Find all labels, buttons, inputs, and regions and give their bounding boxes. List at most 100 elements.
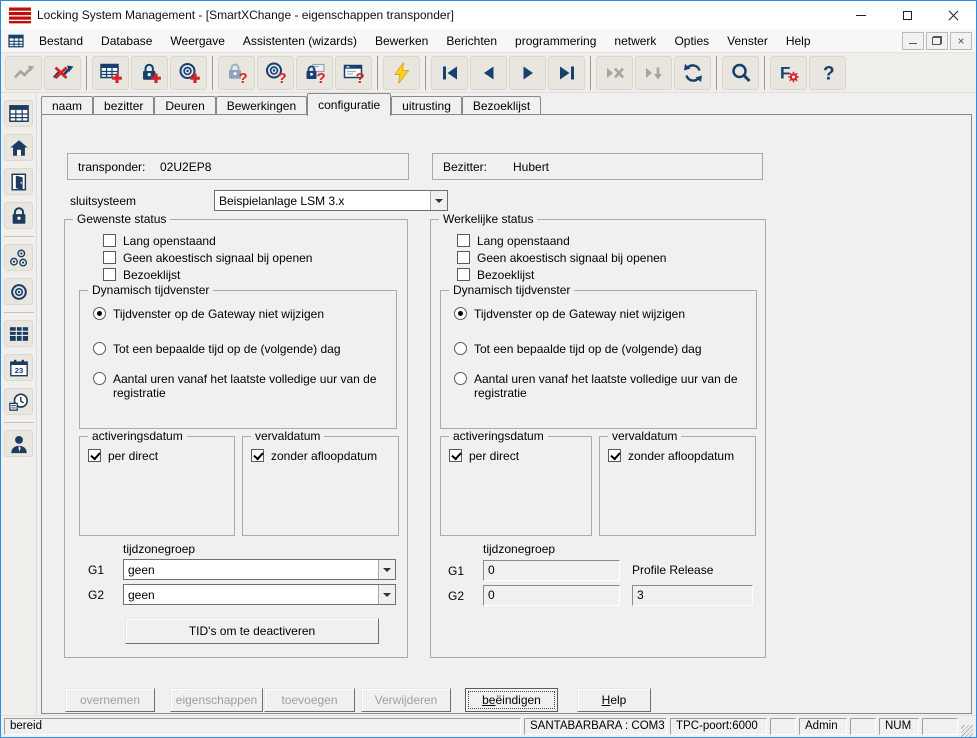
new-transponder-button[interactable] bbox=[170, 56, 207, 90]
menu-bestand[interactable]: Bestand bbox=[30, 31, 92, 51]
sidebar-door-button[interactable] bbox=[4, 168, 33, 195]
menu-netwerk[interactable]: netwerk bbox=[605, 31, 665, 51]
tab-bezoeklijst[interactable]: Bezoeklijst bbox=[462, 96, 541, 115]
next-record-button[interactable] bbox=[509, 56, 546, 90]
maximize-button[interactable] bbox=[884, 1, 930, 29]
sidebar-matrix-button[interactable] bbox=[4, 100, 33, 127]
radio-row[interactable]: Tot een bepaalde tijd op de (volgende) d… bbox=[93, 342, 341, 356]
sidebar-transponder-button[interactable] bbox=[4, 278, 33, 305]
tab-uitrusting[interactable]: uitrusting bbox=[391, 96, 462, 115]
verwijderen-button[interactable]: Verwijderen bbox=[361, 688, 451, 712]
geen-signaal-checkbox[interactable] bbox=[103, 251, 116, 264]
first-record-button[interactable] bbox=[431, 56, 468, 90]
menu-help[interactable]: Help bbox=[777, 31, 820, 51]
sidebar-transponder-group-button[interactable] bbox=[4, 244, 33, 271]
close-button[interactable] bbox=[930, 1, 976, 29]
g2-combo[interactable]: geen bbox=[123, 584, 396, 605]
minimize-button[interactable] bbox=[838, 1, 884, 29]
read-transponder-button[interactable]: ? bbox=[257, 56, 294, 90]
help-button[interactable]: ? bbox=[809, 56, 846, 90]
menu-bewerken[interactable]: Bewerken bbox=[366, 31, 437, 51]
read-lock-button[interactable]: ? bbox=[218, 56, 255, 90]
bepaalde-tijd-radio[interactable] bbox=[93, 342, 106, 355]
menu-weergave[interactable]: Weergave bbox=[161, 31, 233, 51]
menu-database[interactable]: Database bbox=[92, 31, 161, 51]
checkbox-row[interactable]: Bezoeklijst bbox=[457, 268, 534, 282]
zonder-afloopdatum-checkbox[interactable] bbox=[251, 449, 264, 462]
per-direct-checkbox-actual[interactable] bbox=[449, 449, 462, 462]
tab-configuratie[interactable]: configuratie bbox=[307, 93, 391, 116]
aantal-uren-radio-actual[interactable] bbox=[454, 372, 467, 385]
menu-opties[interactable]: Opties bbox=[665, 31, 718, 51]
radio-row[interactable]: Aantal uren vanaf het laatste volledige … bbox=[454, 372, 756, 400]
sluitsysteem-combo[interactable]: Beispielanlage LSM 3.x bbox=[214, 190, 448, 211]
checkbox-row[interactable]: Geen akoestisch signaal bij openen bbox=[457, 251, 666, 265]
lang-openstaand-checkbox[interactable] bbox=[103, 234, 116, 247]
connect-button[interactable] bbox=[5, 56, 42, 90]
prev-record-button[interactable] bbox=[470, 56, 507, 90]
overnemen-button[interactable]: overnemen bbox=[65, 688, 155, 712]
checkbox-row[interactable]: per direct bbox=[449, 449, 519, 463]
new-lock-button[interactable] bbox=[131, 56, 168, 90]
checkbox-row[interactable]: Lang openstaand bbox=[457, 234, 570, 248]
cancel-edit-button[interactable] bbox=[596, 56, 633, 90]
new-locking-system-button[interactable] bbox=[92, 56, 129, 90]
radio-row[interactable]: Tot een bepaalde tijd op de (volgende) d… bbox=[454, 342, 702, 356]
checkbox-row[interactable]: Geen akoestisch signaal bij openen bbox=[103, 251, 312, 265]
checkbox-row[interactable]: per direct bbox=[88, 449, 158, 463]
read-network-button[interactable]: ? bbox=[335, 56, 372, 90]
sidebar-timezone-plan-button[interactable] bbox=[4, 320, 33, 347]
resize-grip[interactable] bbox=[961, 725, 973, 737]
beeindigen-button[interactable]: beëindigen bbox=[465, 688, 558, 712]
chevron-down-icon[interactable] bbox=[378, 585, 395, 604]
tab-bezitter[interactable]: bezitter bbox=[93, 96, 154, 115]
tijdvenster-niet-wijzigen-radio[interactable] bbox=[93, 307, 106, 320]
bezoeklijst-checkbox[interactable] bbox=[103, 268, 116, 281]
checkbox-row[interactable]: zonder afloopdatum bbox=[251, 449, 377, 463]
sidebar-building-button[interactable] bbox=[4, 134, 33, 161]
mdi-restore-button[interactable] bbox=[926, 32, 948, 50]
refresh-button[interactable] bbox=[674, 56, 711, 90]
menu-venster[interactable]: Venster bbox=[718, 31, 777, 51]
tids-deactiveren-button[interactable]: TID's om te deactiveren bbox=[125, 618, 379, 644]
checkbox-row[interactable]: Bezoeklijst bbox=[103, 268, 180, 282]
zonder-afloopdatum-checkbox-actual[interactable] bbox=[608, 449, 621, 462]
menu-berichten[interactable]: Berichten bbox=[437, 31, 506, 51]
tab-naam[interactable]: naam bbox=[41, 96, 93, 115]
sidebar-time-log-button[interactable] bbox=[4, 388, 33, 415]
lang-openstaand-checkbox-actual[interactable] bbox=[457, 234, 470, 247]
sidebar-lock-button[interactable] bbox=[4, 202, 33, 229]
mdi-close-button[interactable]: × bbox=[950, 32, 972, 50]
sidebar-calendar-button[interactable]: 23 bbox=[4, 354, 33, 381]
menu-assistenten[interactable]: Assistenten (wizards) bbox=[234, 31, 366, 51]
search-button[interactable] bbox=[722, 56, 759, 90]
aantal-uren-radio[interactable] bbox=[93, 372, 106, 385]
tab-bewerkingen[interactable]: Bewerkingen bbox=[216, 96, 307, 115]
toevoegen-button[interactable]: toevoegen bbox=[264, 688, 355, 712]
commit-edit-button[interactable] bbox=[635, 56, 672, 90]
sidebar-person-button[interactable] bbox=[4, 430, 33, 457]
last-record-button[interactable] bbox=[548, 56, 585, 90]
program-button[interactable] bbox=[383, 56, 420, 90]
eigenschappen-button[interactable]: eigenschappen bbox=[170, 688, 263, 712]
tab-deuren[interactable]: Deuren bbox=[154, 96, 215, 115]
menu-programmering[interactable]: programmering bbox=[506, 31, 605, 51]
checkbox-row[interactable]: Lang openstaand bbox=[103, 234, 216, 248]
tijdvenster-niet-wijzigen-radio-actual[interactable] bbox=[454, 307, 467, 320]
radio-row[interactable]: Tijdvenster op de Gateway niet wijzigen bbox=[454, 307, 685, 321]
disconnect-button[interactable] bbox=[44, 56, 81, 90]
mdi-minimize-button[interactable] bbox=[902, 32, 924, 50]
filter-button[interactable]: F bbox=[770, 56, 807, 90]
geen-signaal-checkbox-actual[interactable] bbox=[457, 251, 470, 264]
help-dialog-button[interactable]: Help bbox=[577, 688, 651, 712]
per-direct-checkbox[interactable] bbox=[88, 449, 101, 462]
chevron-down-icon[interactable] bbox=[378, 560, 395, 579]
chevron-down-icon[interactable] bbox=[430, 191, 447, 210]
radio-row[interactable]: Aantal uren vanaf het laatste volledige … bbox=[93, 372, 395, 400]
bezoeklijst-checkbox-actual[interactable] bbox=[457, 268, 470, 281]
checkbox-row[interactable]: zonder afloopdatum bbox=[608, 449, 734, 463]
g1-combo[interactable]: geen bbox=[123, 559, 396, 580]
bepaalde-tijd-radio-actual[interactable] bbox=[454, 342, 467, 355]
radio-row[interactable]: Tijdvenster op de Gateway niet wijzigen bbox=[93, 307, 324, 321]
read-lock-net-button[interactable]: ? bbox=[296, 56, 333, 90]
